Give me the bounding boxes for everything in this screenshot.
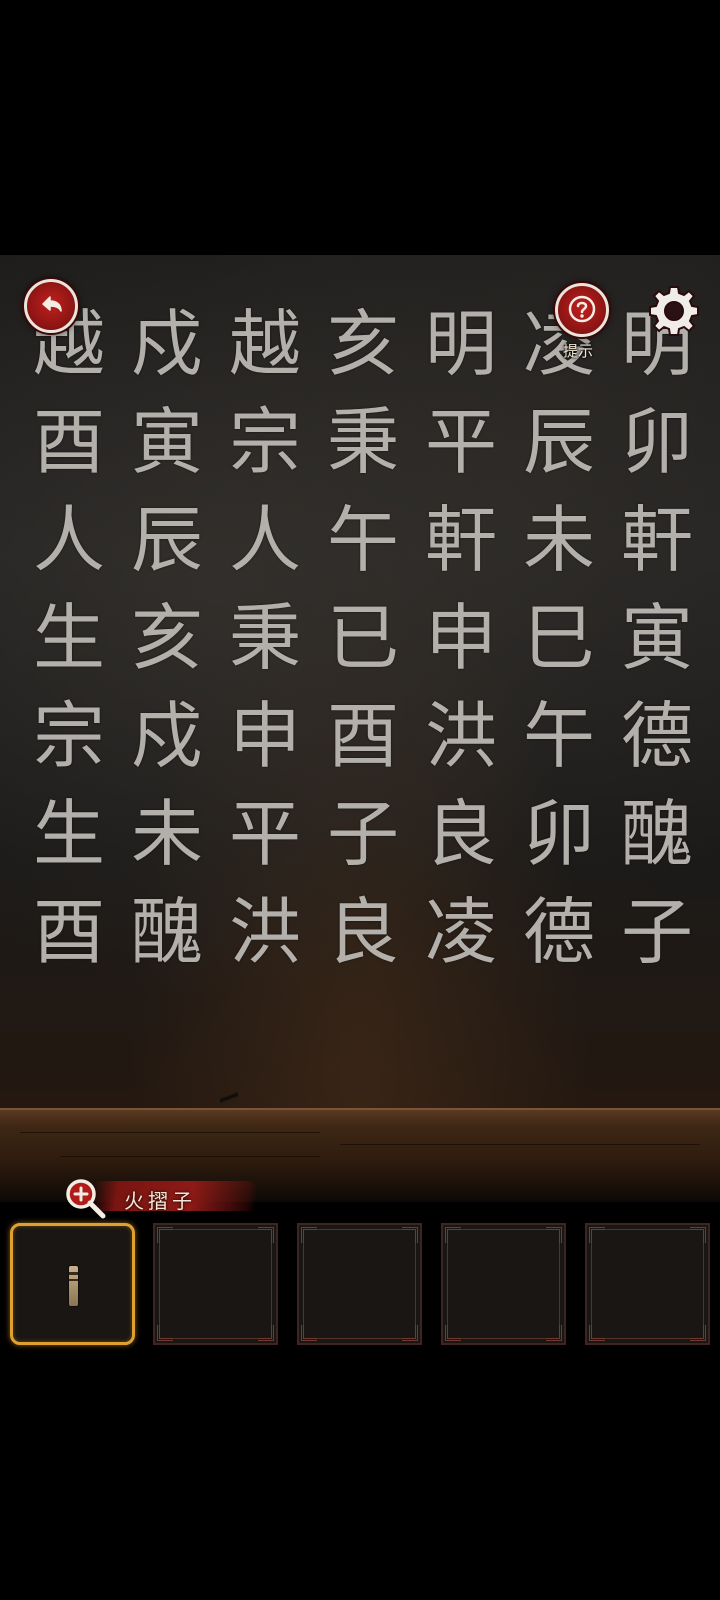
grid-cell[interactable]: 秉 (314, 393, 412, 491)
grid-cell[interactable]: 申 (412, 589, 510, 687)
grid-cell[interactable]: 軒 (608, 491, 706, 589)
grid-cell[interactable]: 生 (20, 589, 118, 687)
grid-cell[interactable]: 良 (412, 785, 510, 883)
inventory-slot-5[interactable] (585, 1223, 710, 1345)
grid-cell[interactable]: 戍 (118, 687, 216, 785)
inventory-slot-1[interactable] (10, 1223, 135, 1345)
selected-item-name: 火摺子 (124, 1189, 196, 1213)
grid-cell[interactable]: 德 (608, 687, 706, 785)
grid-cell[interactable]: 人 (20, 491, 118, 589)
grid-cell[interactable]: 洪 (412, 687, 510, 785)
zoom-in-icon (66, 1179, 106, 1219)
grid-cell[interactable]: 巳 (510, 589, 608, 687)
grid-cell[interactable]: 申 (216, 687, 314, 785)
grid-cell[interactable]: 酉 (20, 883, 118, 981)
grid-cell[interactable]: 已 (314, 589, 412, 687)
grid-cell[interactable]: 生 (20, 785, 118, 883)
inventory-slot-2[interactable] (153, 1223, 278, 1345)
grid-cell[interactable]: 洪 (216, 883, 314, 981)
gear-icon (649, 286, 699, 336)
grid-cell[interactable]: 平 (216, 785, 314, 883)
firestarter-icon (69, 1266, 78, 1306)
grid-cell[interactable]: 卯 (608, 393, 706, 491)
grid-cell[interactable]: 酉 (314, 687, 412, 785)
grid-cell[interactable]: 醜 (608, 785, 706, 883)
grid-cell[interactable]: 亥 (314, 295, 412, 393)
grid-cell[interactable]: 未 (510, 491, 608, 589)
grid-cell[interactable]: 子 (314, 785, 412, 883)
zoom-in-button[interactable] (62, 1175, 108, 1221)
grid-cell[interactable]: 午 (314, 491, 412, 589)
grid-cell[interactable]: 軒 (412, 491, 510, 589)
hint-label[interactable]: 提示 (563, 340, 593, 361)
grid-cell[interactable]: 戍 (118, 295, 216, 393)
grid-cell[interactable]: 明 (412, 295, 510, 393)
grid-cell[interactable]: 越 (216, 295, 314, 393)
inventory-slot-4[interactable] (441, 1223, 566, 1345)
back-arrow-icon (42, 296, 62, 312)
scene-crack (220, 1085, 238, 1110)
grid-cell[interactable]: 亥 (118, 589, 216, 687)
question-icon (568, 295, 596, 323)
grid-cell[interactable]: 宗 (20, 687, 118, 785)
settings-button[interactable] (645, 282, 703, 340)
hint-button[interactable] (555, 283, 609, 337)
grid-cell[interactable]: 人 (216, 491, 314, 589)
back-button[interactable] (24, 279, 78, 333)
grid-cell[interactable]: 醜 (118, 883, 216, 981)
grid-cell[interactable]: 秉 (216, 589, 314, 687)
grid-cell[interactable]: 午 (510, 687, 608, 785)
grid-cell[interactable]: 平 (412, 393, 510, 491)
grid-cell[interactable]: 寅 (608, 589, 706, 687)
selected-item-banner: 火摺子 (62, 1175, 260, 1221)
grid-cell[interactable]: 子 (608, 883, 706, 981)
grid-cell[interactable]: 未 (118, 785, 216, 883)
grid-cell[interactable]: 辰 (118, 491, 216, 589)
grid-cell[interactable]: 德 (510, 883, 608, 981)
grid-cell[interactable]: 寅 (118, 393, 216, 491)
grid-cell[interactable]: 酉 (20, 393, 118, 491)
grid-cell[interactable]: 凌 (412, 883, 510, 981)
inventory-slot-3[interactable] (297, 1223, 422, 1345)
grid-cell[interactable]: 辰 (510, 393, 608, 491)
character-grid: 越 戍 越 亥 明 凌 明 酉 寅 宗 秉 平 辰 卯 人 辰 人 午 軒 未 … (20, 295, 706, 981)
grid-cell[interactable]: 宗 (216, 393, 314, 491)
grid-cell[interactable]: 良 (314, 883, 412, 981)
grid-cell[interactable]: 卯 (510, 785, 608, 883)
inventory-bar (8, 1223, 720, 1347)
